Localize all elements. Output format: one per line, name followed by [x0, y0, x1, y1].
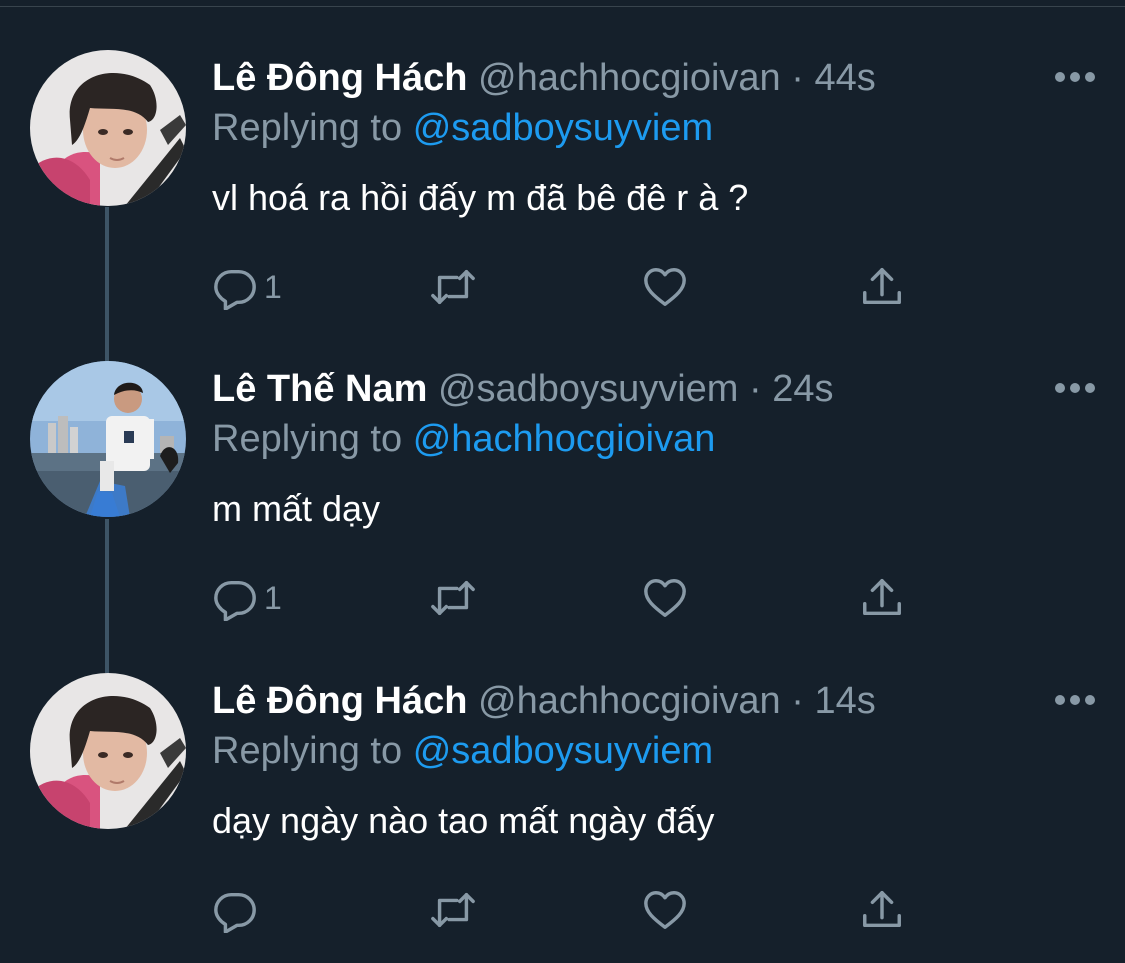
tweet[interactable]: Lê Đông Hách @hachhocgioivan · 44s Reply…: [0, 50, 1125, 340]
timestamp[interactable]: 14s: [814, 680, 875, 722]
tweet-text: m mất dạy: [212, 488, 381, 529]
tweet-text: dạy ngày nào tao mất ngày đấy: [212, 800, 715, 841]
share-icon: [863, 579, 901, 616]
avatar[interactable]: [30, 673, 186, 829]
like-icon: [644, 268, 686, 306]
reply-button[interactable]: 1: [212, 573, 282, 623]
mention-link[interactable]: @sadboysuyviem: [413, 730, 713, 772]
replying-to: Replying to @sadboysuyviem: [212, 726, 1085, 776]
like-icon: [644, 579, 686, 617]
like-button[interactable]: [642, 573, 688, 623]
display-name[interactable]: Lê Đông Hách: [212, 57, 467, 99]
top-divider: [0, 0, 1125, 7]
reply-icon: [214, 892, 256, 933]
reply-icon: [214, 269, 256, 310]
meta-separator: ·: [791, 57, 804, 99]
retweet-icon: [431, 580, 475, 616]
replying-to: Replying to @sadboysuyviem: [212, 103, 1085, 153]
share-icon: [863, 891, 901, 928]
tweet[interactable]: Lê Đông Hách @hachhocgioivan · 14s Reply…: [0, 673, 1125, 963]
retweet-button[interactable]: [430, 573, 476, 623]
user-handle[interactable]: @hachhocgioivan: [478, 57, 781, 99]
replying-prefix: Replying to: [212, 418, 403, 460]
like-icon: [644, 891, 686, 929]
share-button[interactable]: [859, 573, 905, 623]
mention-link[interactable]: @hachhocgioivan: [413, 418, 716, 460]
meta-separator: ·: [791, 680, 804, 722]
user-handle[interactable]: @sadboysuyviem: [438, 368, 738, 410]
reply-count: 1: [264, 268, 282, 305]
retweet-icon: [431, 892, 475, 928]
like-button[interactable]: [642, 885, 688, 935]
more-icon[interactable]: [1055, 695, 1095, 705]
more-icon[interactable]: [1055, 72, 1095, 82]
retweet-button[interactable]: [430, 885, 476, 935]
more-icon[interactable]: [1055, 383, 1095, 393]
reply-button[interactable]: 1: [212, 262, 282, 312]
tweet[interactable]: Lê Thế Nam @sadboysuyviem · 24s Replying…: [0, 361, 1125, 651]
tweet-actions: [212, 885, 952, 935]
user-handle[interactable]: @hachhocgioivan: [478, 680, 781, 722]
tweet-actions: 1: [212, 262, 952, 312]
share-button[interactable]: [859, 262, 905, 312]
retweet-button[interactable]: [430, 262, 476, 312]
mention-link[interactable]: @sadboysuyviem: [413, 107, 713, 149]
avatar[interactable]: [30, 50, 186, 206]
tweet-actions: 1: [212, 573, 952, 623]
reply-button[interactable]: [212, 885, 258, 935]
like-button[interactable]: [642, 262, 688, 312]
share-icon: [863, 268, 901, 305]
display-name[interactable]: Lê Thế Nam: [212, 368, 427, 410]
retweet-icon: [431, 269, 475, 305]
meta-separator: ·: [749, 368, 762, 410]
replying-to: Replying to @hachhocgioivan: [212, 414, 1085, 464]
avatar[interactable]: [30, 361, 186, 517]
reply-icon: [214, 580, 256, 621]
share-button[interactable]: [859, 885, 905, 935]
timestamp[interactable]: 24s: [772, 368, 833, 410]
reply-count: 1: [264, 579, 282, 616]
timestamp[interactable]: 44s: [814, 57, 875, 99]
replying-prefix: Replying to: [212, 730, 403, 772]
replying-prefix: Replying to: [212, 107, 403, 149]
display-name[interactable]: Lê Đông Hách: [212, 680, 467, 722]
tweet-text: vl hoá ra hồi đấy m đã bê đê r à ?: [212, 177, 749, 218]
